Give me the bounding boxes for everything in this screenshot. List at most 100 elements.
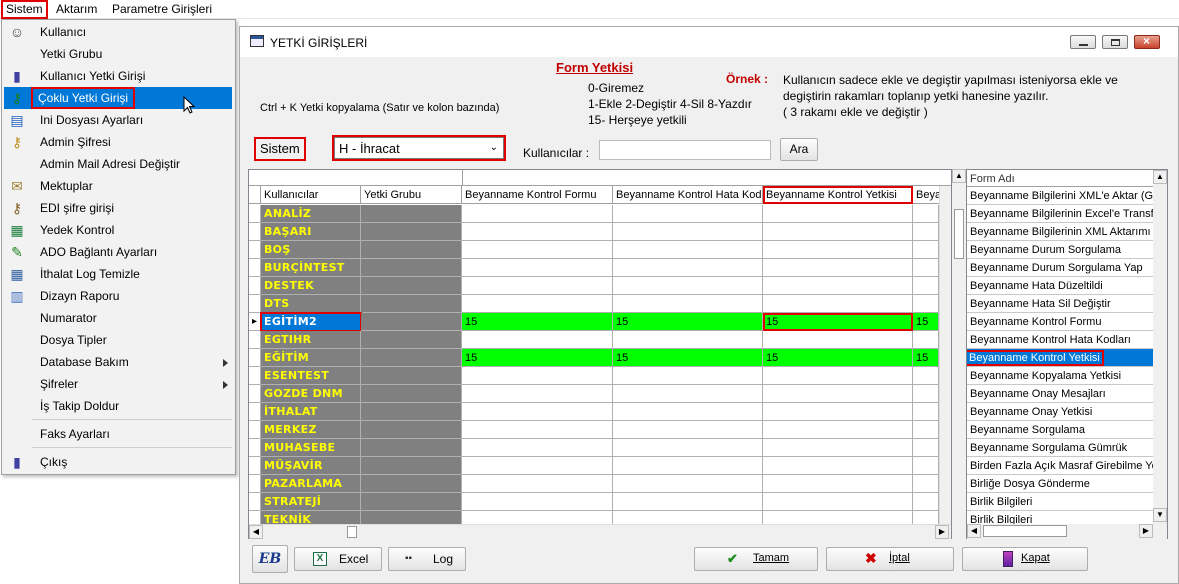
permission-cell[interactable] [462, 475, 613, 493]
permission-cell[interactable] [462, 223, 613, 241]
user-cell[interactable]: İTHALAT [261, 403, 361, 421]
permission-cell[interactable] [462, 259, 613, 277]
forms-scroll-thumb[interactable] [983, 525, 1067, 537]
form-list-item[interactable]: Beyanname Kontrol Yetkisi [967, 349, 1153, 367]
table-row[interactable]: MERKEZ [249, 421, 951, 439]
grid-header-0[interactable]: Kullanıcılar [261, 186, 361, 204]
menu-item-16[interactable]: Şifreler [4, 373, 232, 395]
permission-cell[interactable]: 15 [763, 313, 913, 331]
permission-cell[interactable] [913, 205, 939, 223]
permission-cell[interactable] [763, 439, 913, 457]
form-list-item[interactable]: Beyanname Bilgilerinin Excel'e Transfer [967, 205, 1153, 223]
permission-cell[interactable]: 15 [913, 349, 939, 367]
permission-cell[interactable] [913, 493, 939, 511]
group-cell[interactable] [361, 241, 462, 259]
form-list-item[interactable]: Beyanname Hata Sil Değiştir [967, 295, 1153, 313]
grid-horizontal-scrollbar[interactable]: ◀ ▶ [249, 524, 951, 539]
permission-cell[interactable] [913, 403, 939, 421]
group-cell[interactable] [361, 313, 462, 331]
user-cell[interactable]: EGİTİM2 [260, 312, 362, 332]
module-select[interactable]: H - İhracat ⌄ [332, 135, 506, 161]
form-list-item[interactable]: Beyanname Hata Düzeltildi [967, 277, 1153, 295]
user-cell[interactable]: MÜŞAVİR [261, 457, 361, 475]
menu-item-3[interactable]: ⚷ Çoklu Yetki Girişi [4, 87, 232, 109]
permission-cell[interactable] [462, 205, 613, 223]
forms-scroll-right-icon[interactable]: ▶ [1139, 524, 1153, 538]
user-cell[interactable]: EĞİTİM [261, 349, 361, 367]
menu-item-0[interactable]: ☺ Kullanıcı [4, 21, 232, 43]
permission-cell[interactable] [763, 457, 913, 475]
permission-cell[interactable] [763, 493, 913, 511]
menu-item-15[interactable]: Database Bakım [4, 351, 232, 373]
group-cell[interactable] [361, 475, 462, 493]
permission-cell[interactable] [462, 457, 613, 475]
form-list-item[interactable]: Beyanname Onay Mesajları [967, 385, 1153, 403]
permission-cell[interactable] [913, 241, 939, 259]
menu-item-14[interactable]: Dosya Tipler [4, 329, 232, 351]
menu-item-6[interactable]: Admin Mail Adresi Değiştir [4, 153, 232, 175]
permission-cell[interactable] [613, 259, 763, 277]
form-list-item[interactable]: Birden Fazla Açık Masraf Girebilme Yet [967, 457, 1153, 475]
permission-cell[interactable] [613, 295, 763, 313]
permission-cell[interactable] [613, 493, 763, 511]
user-cell[interactable]: BURÇİNTEST [261, 259, 361, 277]
menu-aktarim[interactable]: Aktarım [53, 2, 100, 17]
table-row[interactable]: GOZDE DNM [249, 385, 951, 403]
table-row[interactable]: BAŞARI [249, 223, 951, 241]
permission-cell[interactable] [913, 277, 939, 295]
form-list-item[interactable]: Beyanname Sorgulama Gümrük [967, 439, 1153, 457]
menu-parametre-girisleri[interactable]: Parametre Girişleri [109, 2, 215, 17]
form-list-item[interactable]: Beyanname Durum Sorgulama Yap [967, 259, 1153, 277]
table-row[interactable]: ANALİZ [249, 205, 951, 223]
group-cell[interactable] [361, 205, 462, 223]
grid-header-1[interactable]: Yetki Grubu [361, 186, 462, 204]
menu-item-4[interactable]: ▤ Ini Dosyası Ayarları [4, 109, 232, 131]
permission-cell[interactable] [913, 367, 939, 385]
scroll-up-icon[interactable]: ▲ [1153, 170, 1167, 184]
form-list-item[interactable]: Birliğe Dosya Gönderme [967, 475, 1153, 493]
user-cell[interactable]: STRATEJİ [261, 493, 361, 511]
menu-item-17[interactable]: İş Takip Doldur [4, 395, 232, 417]
permission-cell[interactable] [613, 241, 763, 259]
menu-item-2[interactable]: ▮ Kullanıcı Yetki Girişi [4, 65, 232, 87]
group-cell[interactable] [361, 331, 462, 349]
permission-cell[interactable] [913, 331, 939, 349]
permission-cell[interactable]: 15 [613, 349, 763, 367]
permission-cell[interactable] [462, 403, 613, 421]
group-cell[interactable] [361, 259, 462, 277]
permission-cell[interactable] [913, 259, 939, 277]
menu-item-13[interactable]: Numarator [4, 307, 232, 329]
form-list-item[interactable]: Beyanname Kontrol Hata Kodları [967, 331, 1153, 349]
grid-scroll-thumb[interactable] [954, 209, 964, 259]
tamam-button[interactable]: ✔ Tamam [694, 547, 818, 571]
permission-cell[interactable] [913, 385, 939, 403]
permission-cell[interactable]: 15 [763, 349, 913, 367]
form-list-item[interactable]: Beyanname Bilgilerinin XML Aktarımı (K [967, 223, 1153, 241]
permission-cell[interactable]: 15 [913, 313, 939, 331]
user-cell[interactable]: GOZDE DNM [261, 385, 361, 403]
permission-cell[interactable] [462, 241, 613, 259]
user-cell[interactable]: EGTIHR [261, 331, 361, 349]
permission-cell[interactable] [613, 385, 763, 403]
permission-cell[interactable] [462, 295, 613, 313]
close-button[interactable]: × [1134, 34, 1160, 49]
grid-header-2[interactable]: Beyanname Kontrol Formu [462, 186, 613, 204]
permission-cell[interactable] [913, 475, 939, 493]
permission-cell[interactable]: 15 [462, 313, 613, 331]
user-cell[interactable]: BAŞARI [261, 223, 361, 241]
permission-cell[interactable] [613, 223, 763, 241]
user-cell[interactable]: DTS [261, 295, 361, 313]
table-row[interactable]: MÜŞAVİR [249, 457, 951, 475]
permission-cell[interactable] [613, 331, 763, 349]
group-cell[interactable] [361, 349, 462, 367]
form-list-item[interactable]: Beyanname Onay Yetkisi [967, 403, 1153, 421]
menu-item-9[interactable]: ▦ Yedek Kontrol [4, 219, 232, 241]
form-list-item[interactable]: Beyanname Bilgilerini XML'e Aktar (GE [967, 187, 1153, 205]
permission-cell[interactable] [462, 439, 613, 457]
group-cell[interactable] [361, 385, 462, 403]
group-cell[interactable] [361, 493, 462, 511]
user-cell[interactable]: DESTEK [261, 277, 361, 295]
table-row[interactable]: DTS [249, 295, 951, 313]
permission-cell[interactable] [613, 403, 763, 421]
group-cell[interactable] [361, 367, 462, 385]
